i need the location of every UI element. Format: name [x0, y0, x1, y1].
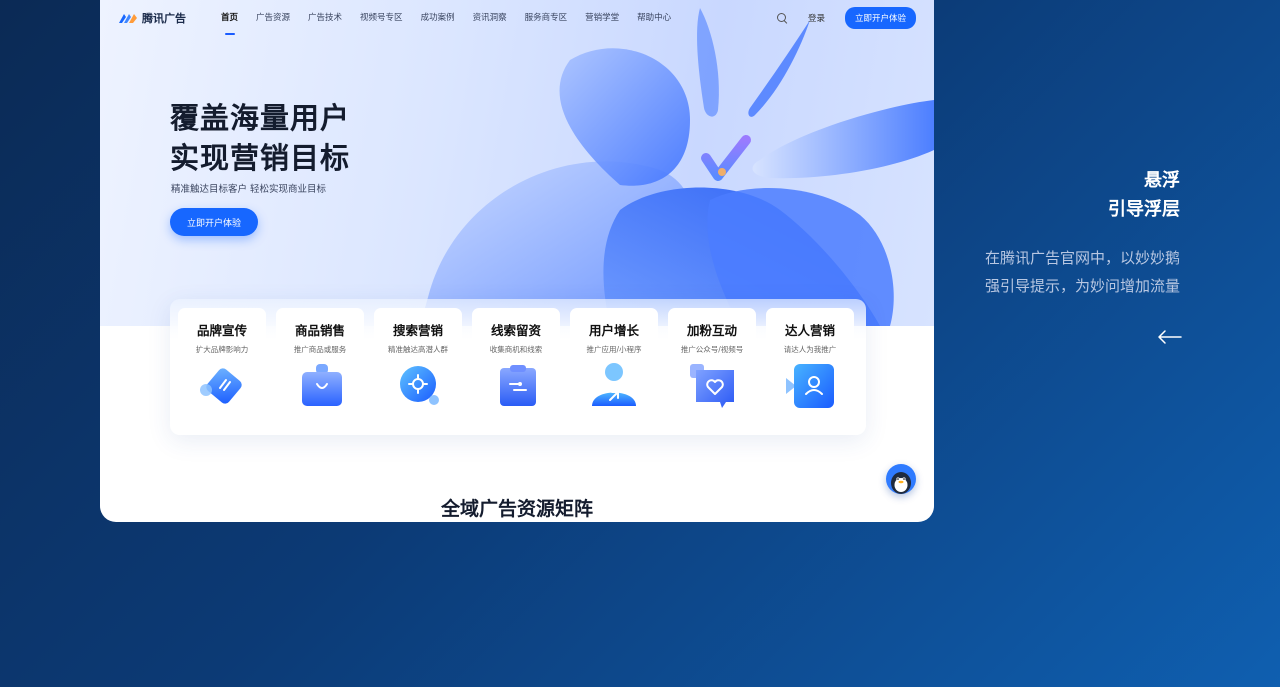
tile-title: 加粉互动	[686, 323, 737, 338]
nav-item-ad-tech[interactable]: 广告技术	[299, 0, 351, 36]
annotation-title: 悬浮 引导浮层	[1108, 166, 1180, 224]
clipboard-icon	[500, 365, 536, 406]
tile-desc: 精准触达高潜人群	[388, 345, 448, 354]
tile-desc: 推广商品或服务	[293, 345, 347, 354]
hero-title-line: 覆盖海量用户	[170, 101, 351, 135]
brand-logo[interactable]: 腾讯广告	[118, 10, 186, 26]
annotation-desc-line: 在腾讯广告官网中，以妙妙鹅	[984, 249, 1180, 267]
nav-item-help[interactable]: 帮助中心	[628, 0, 680, 36]
service-tile-search[interactable]: 搜索营销 精准触达高潜人群	[374, 308, 462, 426]
user-growth-icon	[592, 363, 636, 406]
tile-title: 商品销售	[294, 323, 345, 338]
tile-desc: 扩大品牌影响力	[195, 345, 249, 354]
login-link[interactable]: 登录	[808, 12, 825, 24]
nav-item-partners[interactable]: 服务商专区	[516, 0, 577, 36]
nav-menu: 首页 广告资源 广告技术 视频号专区 成功案例 资讯洞察 服务商专区 营销学堂 …	[212, 0, 680, 36]
tag-icon	[200, 368, 242, 404]
annotation-title-line: 悬浮	[1144, 170, 1180, 191]
target-search-icon	[400, 366, 439, 405]
section-title: 全域广告资源矩阵	[440, 498, 593, 520]
service-tile-growth[interactable]: 用户增长 推广应用/小程序	[570, 308, 658, 426]
heart-chat-icon	[690, 364, 734, 408]
hero-open-account-button[interactable]: 立即开户体验	[170, 208, 258, 236]
nav-item-academy[interactable]: 营销学堂	[576, 0, 628, 36]
search-icon[interactable]	[776, 12, 788, 24]
logo-text: 腾讯广告	[142, 12, 186, 25]
floating-penguin-assistant-icon[interactable]	[886, 464, 916, 494]
tile-title: 线索留资	[490, 323, 541, 338]
tile-title: 品牌宣传	[196, 323, 247, 338]
top-navigation: 腾讯广告 首页 广告资源 广告技术 视频号专区 成功案例 资讯洞察 服务商专区 …	[100, 0, 934, 36]
penguin-icon	[891, 472, 911, 494]
arrow-left-icon[interactable]	[1156, 328, 1182, 346]
service-tile-leads[interactable]: 线索留资 收集商机和线索	[472, 308, 560, 426]
tile-desc: 请达人为我推广	[783, 345, 837, 354]
hero-title: 覆盖海量用户 实现营销目标	[170, 98, 350, 178]
annotation-title-line: 引导浮层	[1108, 199, 1180, 220]
service-tile-sales[interactable]: 商品销售 推广商品或服务	[276, 308, 364, 426]
service-tile-influencer[interactable]: 达人营销 请达人为我推广	[766, 308, 854, 426]
tile-desc: 推广应用/小程序	[586, 345, 642, 354]
hero-subtitle: 精准触达目标客户 轻松实现商业目标	[171, 184, 327, 195]
tile-title: 用户增长	[588, 323, 639, 338]
hero-title-line: 实现营销目标	[170, 141, 351, 175]
tile-title: 达人营销	[784, 323, 835, 338]
tencent-ads-logo-icon	[119, 14, 137, 23]
nav-item-channels[interactable]: 视频号专区	[351, 0, 412, 36]
website-preview-card: 腾讯广告 首页 广告资源 广告技术 视频号专区 成功案例 资讯洞察 服务商专区 …	[100, 0, 934, 522]
hero-banner: 腾讯广告 首页 广告资源 广告技术 视频号专区 成功案例 资讯洞察 服务商专区 …	[100, 0, 934, 326]
shopping-bag-icon	[302, 364, 342, 406]
annotation-desc-line: 强引导提示，为妙问增加流量	[984, 277, 1180, 295]
open-account-button[interactable]: 立即开户体验	[844, 7, 916, 29]
nav-item-ad-resources[interactable]: 广告资源	[247, 0, 299, 36]
influencer-icon	[786, 364, 834, 408]
service-tiles-panel: 品牌宣传 扩大品牌影响力 商品销售 推广商品或服务 搜索营销 精准触达高潜人群 …	[170, 299, 866, 435]
tile-desc: 收集商机和线索	[489, 345, 543, 354]
tile-title: 搜索营销	[392, 323, 443, 338]
service-tile-brand[interactable]: 品牌宣传 扩大品牌影响力	[178, 308, 266, 426]
tile-desc: 推广公众号/视频号	[680, 345, 744, 354]
nav-item-insights[interactable]: 资讯洞察	[464, 0, 516, 36]
annotation-description: 在腾讯广告官网中，以妙妙鹅 强引导提示，为妙问增加流量	[985, 244, 1180, 300]
nav-actions: 登录 立即开户体验	[776, 7, 916, 29]
service-tile-fans[interactable]: 加粉互动 推广公众号/视频号	[668, 308, 756, 426]
nav-item-cases[interactable]: 成功案例	[412, 0, 464, 36]
nav-item-home[interactable]: 首页	[212, 0, 247, 36]
